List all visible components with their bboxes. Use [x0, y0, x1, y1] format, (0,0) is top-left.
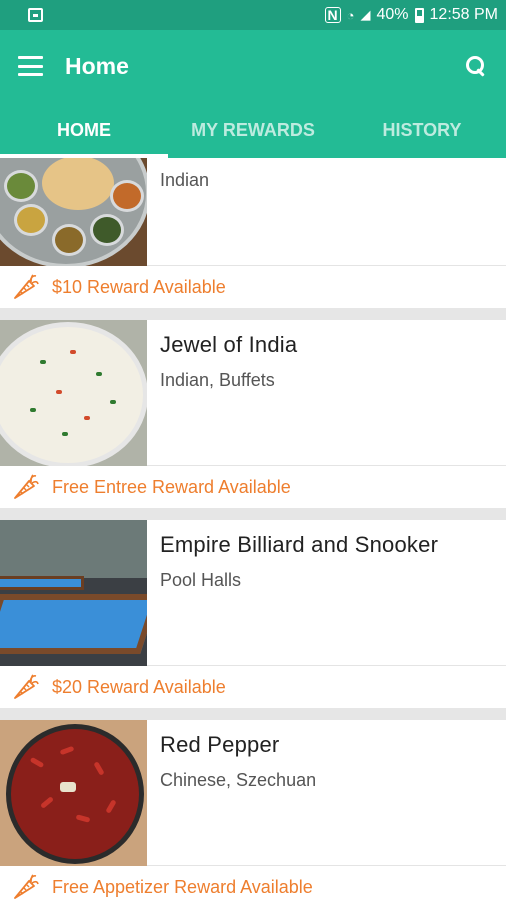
tab-history[interactable]: HISTORY	[338, 102, 506, 158]
carrot-icon	[14, 474, 39, 499]
carrot-icon	[14, 674, 39, 699]
list-item: Indian $10 Reward Available	[0, 158, 506, 308]
status-bar: N ◔ ◢ 40% 12:58 PM	[0, 0, 506, 30]
battery-icon	[414, 7, 424, 23]
restaurant-categories: Pool Halls	[160, 570, 242, 590]
gallery-notification-icon	[28, 8, 43, 22]
restaurant-categories: Indian	[160, 170, 210, 190]
battery-percent: 40%	[376, 6, 409, 23]
reward-row[interactable]: $20 Reward Available	[0, 666, 506, 708]
restaurant-name: Jewel of India	[160, 332, 298, 357]
signal-icon: ◢	[360, 7, 371, 22]
restaurant-card[interactable]: Jewel of India Indian, Buffets	[0, 320, 506, 466]
search-icon[interactable]	[464, 54, 488, 78]
restaurant-photo	[0, 720, 147, 866]
restaurant-card[interactable]: Red Pepper Chinese, Szechuan	[0, 720, 506, 866]
reward-label: Free Appetizer Reward Available	[52, 876, 313, 897]
tab-bar: HOME MY REWARDS HISTORY	[0, 102, 506, 158]
reward-label: $20 Reward Available	[52, 676, 226, 697]
reward-row[interactable]: $10 Reward Available	[0, 266, 506, 308]
list-item: Empire Billiard and Snooker Pool Halls $…	[0, 520, 506, 708]
wifi-icon: ◔	[346, 7, 355, 23]
restaurant-name: Red Pepper	[160, 732, 280, 757]
toolbar: Home	[0, 30, 506, 102]
app-bar: Home HOME MY REWARDS HISTORY	[0, 30, 506, 158]
list-item: Jewel of India Indian, Buffets Free Entr…	[0, 320, 506, 508]
restaurant-card[interactable]: Indian	[0, 158, 506, 266]
restaurant-categories: Indian, Buffets	[160, 370, 275, 390]
restaurant-categories: Chinese, Szechuan	[160, 770, 317, 790]
nfc-icon: N	[324, 7, 341, 23]
restaurant-name: Empire Billiard and Snooker	[160, 532, 439, 557]
restaurant-photo	[0, 320, 147, 466]
restaurant-card[interactable]: Empire Billiard and Snooker Pool Halls	[0, 520, 506, 666]
restaurant-list[interactable]: Indian $10 Reward Available Jewel of Ind…	[0, 158, 506, 900]
reward-row[interactable]: Free Appetizer Reward Available	[0, 866, 506, 900]
tab-home[interactable]: HOME	[0, 102, 168, 158]
menu-icon[interactable]	[18, 56, 43, 76]
carrot-icon	[14, 274, 39, 299]
list-item: Red Pepper Chinese, Szechuan Free Appeti…	[0, 720, 506, 900]
clock: 12:58 PM	[429, 6, 498, 23]
restaurant-photo	[0, 520, 147, 666]
reward-row[interactable]: Free Entree Reward Available	[0, 466, 506, 508]
carrot-icon	[14, 874, 39, 899]
reward-label: Free Entree Reward Available	[52, 476, 291, 497]
reward-label: $10 Reward Available	[52, 276, 226, 297]
page-title: Home	[65, 52, 129, 79]
tab-my-rewards[interactable]: MY REWARDS	[168, 102, 338, 158]
restaurant-photo	[0, 158, 147, 266]
